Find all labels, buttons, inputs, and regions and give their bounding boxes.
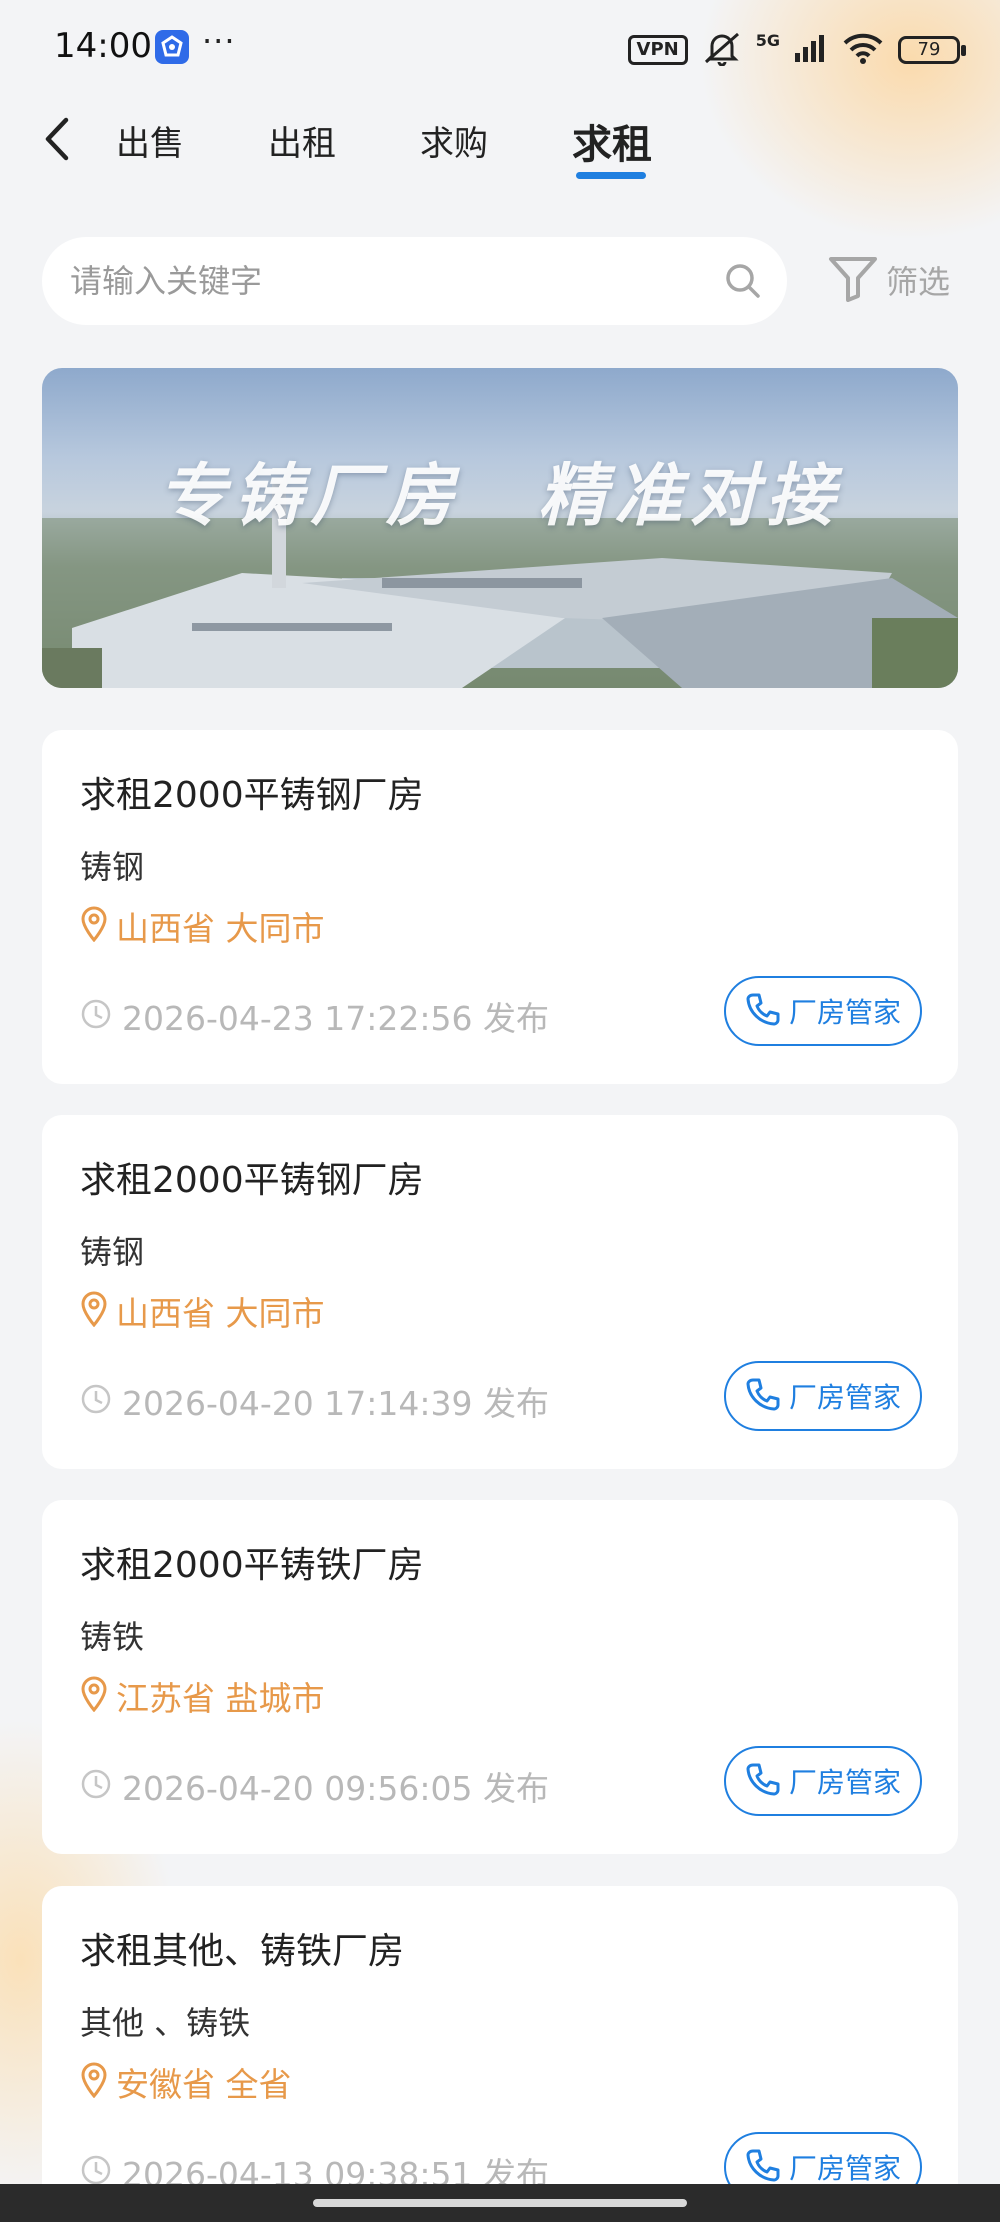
- clock-icon: [80, 1768, 112, 1804]
- top-nav: 出售 出租 求购 求租: [0, 100, 1000, 190]
- tab-rent-out[interactable]: 出租: [268, 116, 336, 165]
- contact-manager-button[interactable]: 厂房管家: [724, 1361, 922, 1431]
- system-nav-bar: [0, 2184, 1000, 2222]
- home-indicator[interactable]: [313, 2199, 687, 2207]
- listing-type: 铸钢: [80, 1233, 145, 1271]
- tab-wanted-buy[interactable]: 求购: [420, 116, 488, 165]
- phone-icon: [745, 2147, 781, 2187]
- contact-label: 厂房管家: [788, 996, 901, 1029]
- promo-banner[interactable]: 专铸厂房 精准对接: [42, 368, 958, 688]
- publish-time: 2026-04-20 17:14:39 发布: [122, 1384, 549, 1423]
- phone-icon: [745, 1376, 781, 1416]
- status-time: 14:00: [54, 26, 152, 66]
- search-icon[interactable]: [723, 261, 763, 305]
- listing-location: 江苏省 盐城市: [80, 1676, 325, 1718]
- status-bar: 14:00 ··· VPN 5G 79: [0, 0, 1000, 96]
- listing-type: 其他 、铸铁: [80, 2004, 251, 2042]
- listing-location: 安徽省 全省: [80, 2062, 292, 2104]
- contact-manager-button[interactable]: 厂房管家: [724, 1746, 922, 1816]
- back-arrow-icon[interactable]: [38, 114, 78, 164]
- listing-title: 求租2000平铸铁厂房: [80, 1545, 424, 1586]
- tab-sell[interactable]: 出售: [116, 116, 184, 165]
- battery-icon: 79: [898, 36, 966, 64]
- mute-bell-icon: [702, 30, 742, 70]
- location-pin-icon: [80, 1676, 108, 1716]
- banner-slogan: 专铸厂房 精准对接: [157, 457, 842, 536]
- location-pin-icon: [80, 1291, 108, 1331]
- contact-manager-button[interactable]: 厂房管家: [724, 976, 922, 1046]
- location-text: 山西省 大同市: [116, 1294, 325, 1333]
- listing-time: 2026-04-23 17:22:56 发布: [80, 996, 549, 1038]
- search-input[interactable]: [70, 237, 710, 325]
- location-text: 江苏省 盐城市: [116, 1679, 325, 1718]
- wifi-icon: [842, 32, 884, 68]
- listing-card[interactable]: 求租其他、铸铁厂房 其他 、铸铁 安徽省 全省 2026-04-13 09:38…: [42, 1886, 958, 2222]
- contact-label: 厂房管家: [788, 2152, 901, 2185]
- tab-wanted-rent[interactable]: 求租: [572, 112, 652, 170]
- location-pin-icon: [80, 906, 108, 946]
- clock-icon: [80, 998, 112, 1034]
- listing-location: 山西省 大同市: [80, 906, 325, 948]
- listing-card[interactable]: 求租2000平铸钢厂房 铸钢 山西省 大同市 2026-04-23 17:22:…: [42, 730, 958, 1084]
- listing-type: 铸钢: [80, 848, 145, 886]
- location-text: 安徽省 全省: [116, 2065, 292, 2104]
- contact-label: 厂房管家: [788, 1381, 901, 1414]
- clock-icon: [80, 1383, 112, 1419]
- listing-time: 2026-04-20 09:56:05 发布: [80, 1766, 549, 1808]
- status-more-dots: ···: [202, 22, 236, 60]
- listing-time: 2026-04-20 17:14:39 发布: [80, 1381, 549, 1423]
- listing-type: 铸铁: [80, 1618, 145, 1656]
- phone-icon: [745, 1761, 781, 1801]
- location-text: 山西省 大同市: [116, 909, 325, 948]
- listing-card[interactable]: 求租2000平铸钢厂房 铸钢 山西省 大同市 2026-04-20 17:14:…: [42, 1115, 958, 1469]
- listing-title: 求租2000平铸钢厂房: [80, 775, 424, 816]
- active-tab-indicator: [576, 172, 646, 179]
- location-pin-icon: [80, 2062, 108, 2102]
- contact-label: 厂房管家: [788, 1766, 901, 1799]
- listing-title: 求租2000平铸钢厂房: [80, 1160, 424, 1201]
- listing-location: 山西省 大同市: [80, 1291, 325, 1333]
- vpn-badge: VPN: [627, 35, 688, 65]
- filter-button[interactable]: 筛选: [828, 254, 950, 306]
- publish-time: 2026-04-23 17:22:56 发布: [122, 999, 549, 1038]
- listing-card[interactable]: 求租2000平铸铁厂房 铸铁 江苏省 盐城市 2026-04-20 09:56:…: [42, 1500, 958, 1854]
- phone-icon: [745, 991, 781, 1031]
- signal-icon: [794, 33, 828, 67]
- listing-title: 求租其他、铸铁厂房: [80, 1931, 405, 1972]
- app-notification-icon: [155, 30, 189, 64]
- network-type: 5G: [755, 30, 780, 50]
- publish-time: 2026-04-20 09:56:05 发布: [122, 1769, 549, 1808]
- filter-funnel-icon: [828, 254, 878, 306]
- search-bar: [42, 237, 787, 325]
- filter-label: 筛选: [886, 263, 951, 301]
